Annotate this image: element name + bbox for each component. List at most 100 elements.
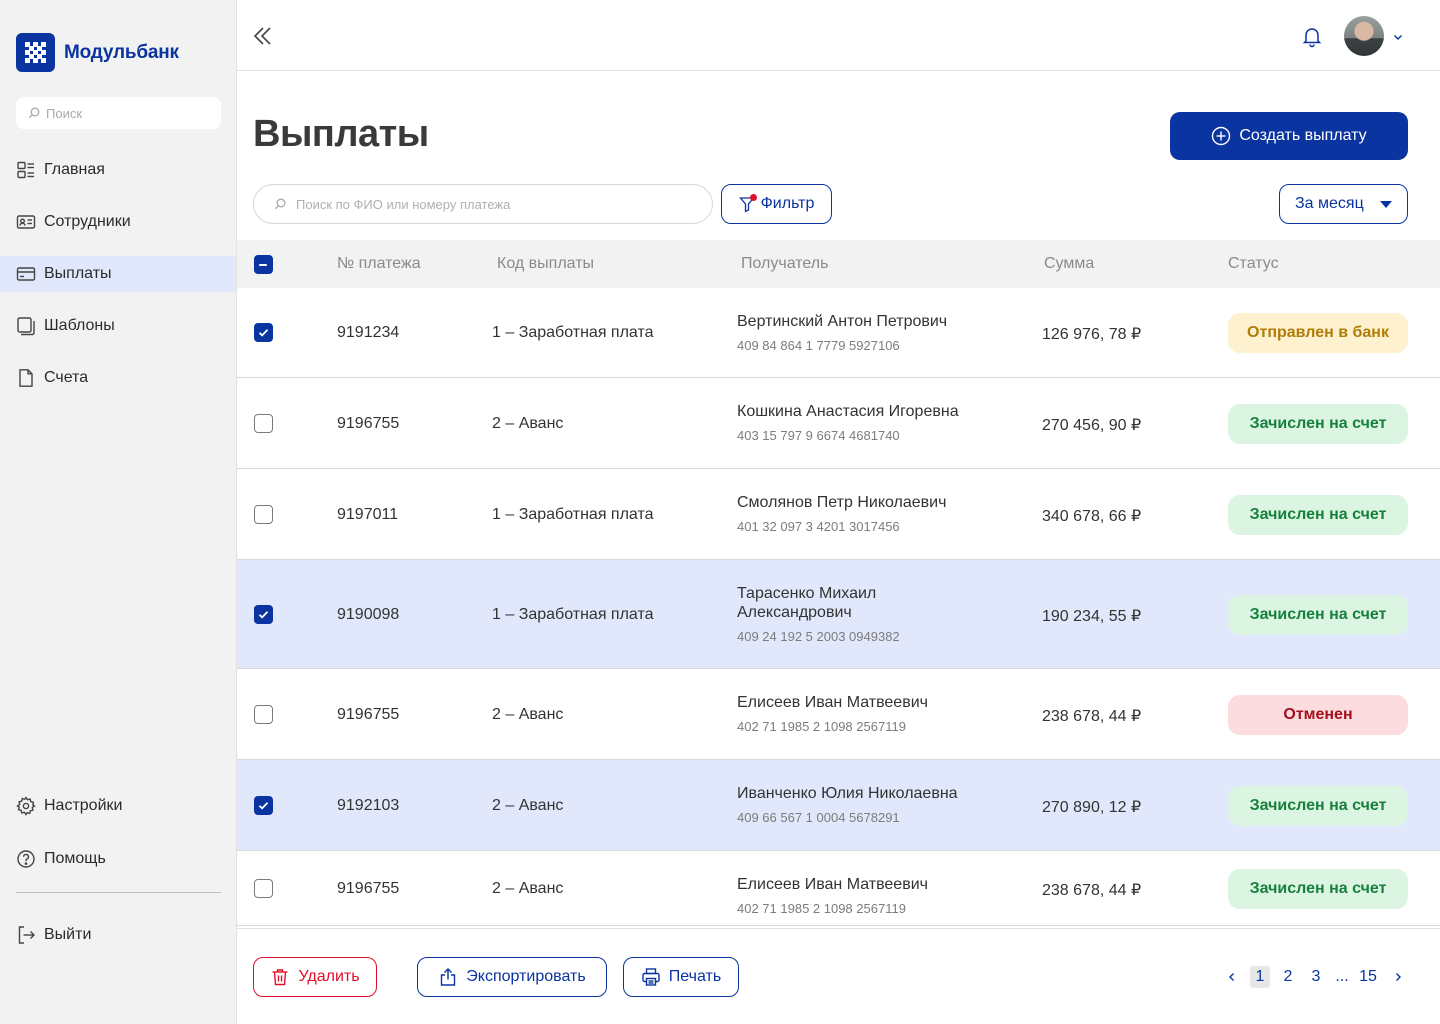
brand-logo[interactable]: Модульбанк <box>16 33 179 72</box>
sidebar-item-label: Сотрудники <box>44 213 131 230</box>
row-checkbox[interactable] <box>254 605 273 624</box>
column-header: № платежа <box>337 255 421 272</box>
sidebar-search-input[interactable] <box>46 105 206 121</box>
payment-number: 9196755 <box>337 415 400 432</box>
payment-code: 2 – Аванс <box>492 797 564 814</box>
recipient: Иванченко Юлия Николаевна 409 66 567 1 00… <box>737 784 997 825</box>
payment-code: 2 – Аванс <box>492 415 564 432</box>
create-payment-button[interactable]: Создать выплату <box>1170 112 1408 160</box>
filter-active-dot <box>749 194 757 201</box>
table-row[interactable]: 9196755 2 – Аванс Елисеев Иван Матвеевич 40… <box>237 851 1440 926</box>
filter-icon <box>738 194 757 213</box>
sidebar-item-label: Шаблоны <box>44 317 115 334</box>
sidebar-item-payments[interactable]: Выплаты <box>0 256 236 292</box>
payment-sum: 270 456, 90 ₽ <box>1042 417 1142 434</box>
sidebar-item-label: Настройки <box>44 797 123 814</box>
bell-icon[interactable] <box>1300 24 1324 48</box>
table-row[interactable]: 9192103 2 – Аванс Иванченко Юлия Николаевн… <box>237 760 1440 851</box>
recipient-name: Вертинский Антон Петрович <box>737 313 948 330</box>
sidebar: Модульбанк Главная Сотрудники Выплаты <box>0 0 237 1024</box>
print-label: Печать <box>668 968 722 985</box>
payment-code: 1 – Заработная плата <box>492 606 654 623</box>
sidebar-search[interactable] <box>16 97 221 129</box>
status-badge: Зачислен на счет <box>1228 495 1408 535</box>
page-button[interactable]: 1 <box>1250 966 1270 988</box>
plus-circle-icon <box>1212 126 1231 146</box>
table-row[interactable]: 9191234 1 – Заработная плата Вертинский Ан… <box>237 288 1440 378</box>
recipient: Елисеев Иван Матвеевич 402 71 1985 2 1098… <box>737 693 997 734</box>
page-button[interactable]: 2 <box>1278 966 1298 988</box>
row-checkbox[interactable] <box>254 414 273 433</box>
recipient: Кошкина Анастасия Игоревна 403 15 797 9 6… <box>737 402 997 443</box>
print-button[interactable]: Печать <box>623 957 739 997</box>
sidebar-item-label: Главная <box>44 161 105 178</box>
filter-button[interactable]: Фильтр <box>721 184 832 224</box>
page-button[interactable]: 15 <box>1358 966 1378 988</box>
search-icon <box>28 107 40 119</box>
payment-sum: 126 976, 78 ₽ <box>1042 326 1142 343</box>
row-checkbox[interactable] <box>254 796 273 815</box>
period-select[interactable]: За месяц <box>1279 184 1408 224</box>
payment-sum: 190 234, 55 ₽ <box>1042 608 1142 625</box>
filter-label: Фильтр <box>760 195 815 212</box>
row-checkbox[interactable] <box>254 879 273 898</box>
next-page-icon[interactable] <box>1388 966 1408 988</box>
payment-number: 9197011 <box>337 506 399 523</box>
row-checkbox[interactable] <box>254 705 273 724</box>
table-body: 9191234 1 – Заработная плата Вертинский Ан… <box>237 288 1440 926</box>
share-icon <box>441 968 456 986</box>
recipient-account: 402 71 1985 2 1098 2567119 <box>737 901 906 916</box>
dashboard-icon <box>16 160 36 180</box>
page-button[interactable]: 3 <box>1306 966 1326 988</box>
row-checkbox[interactable] <box>254 505 273 524</box>
payment-code: 1 – Заработная плата <box>492 506 654 523</box>
sidebar-item-templates[interactable]: Шаблоны <box>0 308 236 344</box>
payment-code: 2 – Аванс <box>492 880 564 897</box>
delete-label: Удалить <box>298 968 360 985</box>
payment-sum: 238 678, 44 ₽ <box>1042 882 1142 899</box>
sidebar-bottom-nav: Настройки Помощь <box>0 788 236 894</box>
avatar[interactable] <box>1344 16 1384 56</box>
table-row[interactable]: 9196755 2 – Аванс Елисеев Иван Матвеевич 40… <box>237 669 1440 760</box>
payments-search-input[interactable] <box>296 196 676 212</box>
recipient-account: 409 66 567 1 0004 5678291 <box>737 810 900 825</box>
sidebar-item-employees[interactable]: Сотрудники <box>0 204 236 240</box>
sidebar-item-label: Выплаты <box>44 265 112 282</box>
payments-table: № платежа Код выплаты Получатель Сумма С… <box>237 240 1440 926</box>
sidebar-item-help[interactable]: Помощь <box>0 841 236 877</box>
chevron-down-icon[interactable] <box>1391 30 1405 44</box>
export-button[interactable]: Экспортировать <box>417 957 607 997</box>
payments-search[interactable] <box>253 184 713 224</box>
prev-page-icon[interactable] <box>1222 966 1242 988</box>
recipient-name: Елисеев Иван Матвеевич <box>737 876 928 893</box>
column-header: Статус <box>1228 255 1279 272</box>
payment-number: 9196755 <box>337 706 400 723</box>
logout-label: Выйти <box>44 926 92 943</box>
recipient-name: Елисеев Иван Матвеевич <box>737 694 928 711</box>
help-icon <box>16 849 36 869</box>
payment-number: 9192103 <box>337 797 400 814</box>
sidebar-divider <box>16 892 221 893</box>
select-all-checkbox[interactable] <box>254 255 273 274</box>
payment-code: 1 – Заработная плата <box>492 324 654 341</box>
double-chevron-left-icon[interactable] <box>251 24 275 48</box>
payment-number: 9196755 <box>337 880 400 897</box>
recipient-account: 409 84 864 1 7779 5927106 <box>737 338 900 353</box>
table-row[interactable]: 9190098 1 – Заработная плата Тарасенко Мих… <box>237 560 1440 669</box>
delete-button[interactable]: Удалить <box>253 957 377 997</box>
status-badge: Отменен <box>1228 695 1408 735</box>
recipient: Смолянов Петр Николаевич 401 32 097 3 420… <box>737 493 997 534</box>
column-header: Получатель <box>741 255 829 272</box>
sidebar-item-accounts[interactable]: Счета <box>0 360 236 396</box>
column-header: Код выплаты <box>497 255 595 272</box>
recipient-account: 402 71 1985 2 1098 2567119 <box>737 719 906 734</box>
gear-icon <box>16 796 36 816</box>
table-row[interactable]: 9197011 1 – Заработная плата Смолянов Петр… <box>237 469 1440 560</box>
recipient-account: 409 24 192 5 2003 0949382 <box>737 629 900 644</box>
sidebar-item-main[interactable]: Главная <box>0 152 236 188</box>
row-checkbox[interactable] <box>254 323 273 342</box>
logout-button[interactable]: Выйти <box>0 917 236 953</box>
table-row[interactable]: 9196755 2 – Аванс Кошкина Анастасия Игорев… <box>237 378 1440 469</box>
bulk-actions-bar: Удалить Экспортировать Печать 1 2 3 ... … <box>237 928 1440 1024</box>
sidebar-item-settings[interactable]: Настройки <box>0 788 236 824</box>
